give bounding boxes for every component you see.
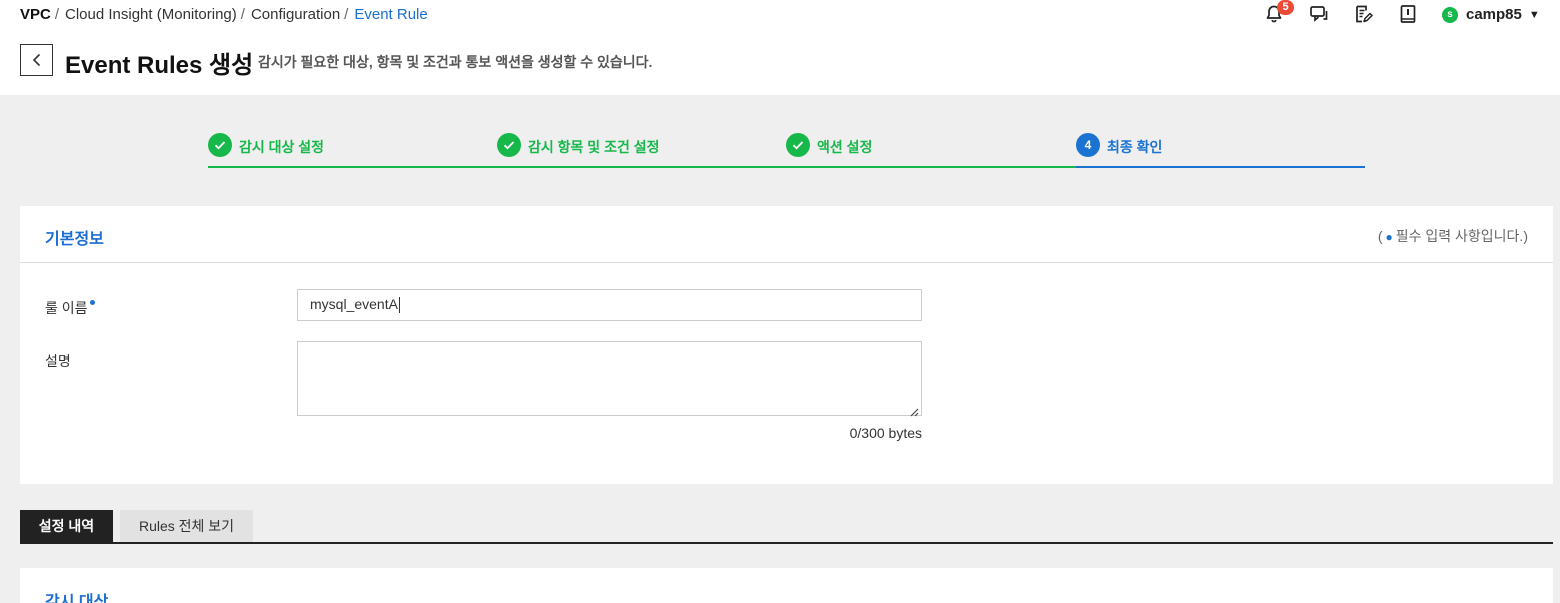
byte-count: 0/300 bytes (849, 425, 922, 441)
rule-name-label-text: 룰 이름 (45, 300, 88, 316)
user-avatar: s (1442, 6, 1458, 23)
step-label: 액션 설정 (817, 139, 873, 155)
top-bar: VPC / Cloud Insight (Monitoring) / Confi… (0, 0, 1560, 30)
resize-handle-icon[interactable] (910, 404, 919, 417)
check-icon (208, 133, 232, 157)
step-progress-line (208, 166, 498, 168)
description-textarea[interactable] (297, 341, 922, 417)
tab-bar: 설정 내역 Rules 전체 보기 (20, 509, 1553, 544)
breadcrumb-separator: / (344, 6, 349, 23)
breadcrumb-item-event-rule[interactable]: Event Rule (354, 6, 427, 23)
user-name: camp85 (1466, 6, 1522, 23)
breadcrumb: VPC / Cloud Insight (Monitoring) / Confi… (20, 6, 428, 23)
check-icon (497, 133, 521, 157)
text-cursor (398, 297, 400, 314)
step-monitoring-items: 감시 항목 및 조건 설정 (497, 131, 787, 169)
step-progress-line (1076, 166, 1365, 168)
card-title: 기본정보 (45, 231, 104, 248)
title-bar: Event Rules 생성 감시가 필요한 대상, 항목 및 조건과 통보 액… (0, 30, 1560, 95)
stepper: 감시 대상 설정 감시 항목 및 조건 설정 액션 설정 4 최종 확인 (208, 131, 1365, 169)
required-note: (● 필수 입력 사항입니다.) (1378, 226, 1528, 246)
notification-badge: 5 (1277, 0, 1294, 15)
step-final-review: 4 최종 확인 (1076, 131, 1365, 169)
chevron-left-icon (32, 53, 40, 67)
edit-note-icon[interactable] (1352, 3, 1374, 25)
step-label: 감시 대상 설정 (239, 139, 325, 155)
monitoring-target-card: 감시 대상 (20, 568, 1553, 603)
required-dot-icon: ● (1385, 230, 1393, 244)
breadcrumb-item-configuration[interactable]: Configuration (251, 6, 340, 23)
card-header: 기본정보 (● 필수 입력 사항입니다.) (20, 206, 1553, 263)
chat-icon[interactable] (1308, 3, 1330, 25)
breadcrumb-separator: / (54, 6, 60, 23)
chevron-down-icon: ▼ (1528, 8, 1540, 21)
content-area: 감시 대상 설정 감시 항목 및 조건 설정 액션 설정 4 최종 확인 기본정… (0, 95, 1560, 603)
book-icon[interactable] (1397, 3, 1419, 25)
tab-view-all-rules[interactable]: Rules 전체 보기 (120, 510, 253, 542)
step-label: 최종 확인 (1107, 139, 1163, 155)
page-description: 감시가 필요한 대상, 항목 및 조건과 통보 액션을 생성할 수 있습니다. (258, 54, 653, 70)
rule-name-value: mysql_eventA (310, 296, 398, 312)
breadcrumb-item-cloud-insight[interactable]: Cloud Insight (Monitoring) (65, 6, 237, 23)
tab-settings-details[interactable]: 설정 내역 (20, 510, 113, 542)
rule-name-input[interactable]: mysql_eventA (297, 289, 922, 321)
user-menu[interactable]: s camp85 ▼ (1442, 6, 1540, 23)
basic-info-card: 기본정보 (● 필수 입력 사항입니다.) 룰 이름 mysql_eventA 설… (20, 206, 1553, 484)
breadcrumb-item-vpc[interactable]: VPC (20, 6, 51, 23)
required-dot-icon (89, 300, 95, 305)
step-progress-line (786, 166, 1076, 168)
back-button[interactable] (20, 44, 53, 76)
step-action: 액션 설정 (786, 131, 1076, 169)
step-label: 감시 항목 및 조건 설정 (528, 139, 660, 155)
step-monitoring-target: 감시 대상 설정 (208, 131, 498, 169)
step-progress-line (497, 166, 787, 168)
breadcrumb-separator: / (240, 6, 245, 23)
rule-name-label: 룰 이름 (45, 298, 95, 318)
step-number: 4 (1076, 133, 1100, 157)
required-note-text: 필수 입력 사항입니다.) (1395, 228, 1528, 244)
description-label: 설명 (45, 353, 71, 369)
card-title: 감시 대상 (45, 594, 109, 603)
page-title: Event Rules 생성 (65, 52, 254, 79)
check-icon (786, 133, 810, 157)
required-note-open: ( (1377, 228, 1383, 244)
